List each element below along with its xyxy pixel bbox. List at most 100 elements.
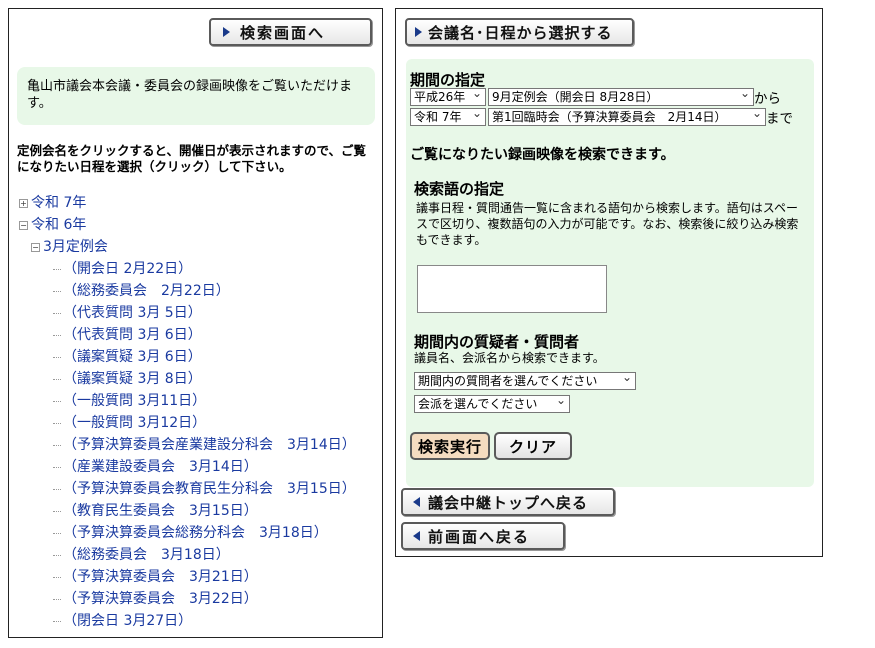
- left-panel: 検索画面へ 亀山市議会本会議・委員会の録画映像をご覧いただけます。 定例会名をク…: [8, 8, 383, 638]
- from-year-select[interactable]: 平成26年: [410, 88, 486, 106]
- tree-year-label[interactable]: 令和 7年: [31, 195, 86, 211]
- tree-connector-icon: [53, 312, 61, 314]
- questioner-select-value: 期間内の質問者を選んでください: [418, 374, 598, 388]
- back-to-top-button[interactable]: 議会中継トップへ戻る: [401, 488, 615, 516]
- clear-label: クリア: [508, 437, 557, 456]
- intro-text: 亀山市議会本会議・委員会の録画映像をご覧いただけます。: [27, 79, 353, 111]
- tree-connector-icon: [53, 466, 61, 468]
- tree-date-label[interactable]: （予算決算委員会 3月21日）: [63, 569, 258, 585]
- arrow-right-icon: [223, 27, 230, 37]
- tree-connector-icon: [53, 290, 61, 292]
- keyword-description: 議事日程・質問通告一覧に含まれる語句から検索します。語句はスペースで区切り、複数…: [416, 201, 799, 247]
- from-suffix: から: [754, 91, 781, 107]
- faction-select-value: 会派を選んでください: [418, 397, 538, 411]
- search-execute-label: 検索実行: [417, 437, 482, 456]
- tree-year-node[interactable]: + 令和 7年: [19, 193, 86, 213]
- search-screen-button-label: 検索画面へ: [240, 23, 326, 42]
- collapse-icon[interactable]: −: [19, 220, 28, 230]
- tree-date-label[interactable]: （予算決算委員会教育民生分科会 3月15日）: [63, 481, 356, 497]
- tree-date-label[interactable]: （一般質問 3月12日）: [63, 415, 206, 431]
- tree-date-item[interactable]: （開会日 2月22日）: [53, 259, 192, 279]
- tree-date-item[interactable]: （閉会日 3月27日）: [53, 611, 192, 631]
- to-session-select[interactable]: 第1回臨時会（予算決算委員会 2月14日）: [488, 108, 766, 126]
- tree-connector-icon: [53, 532, 61, 534]
- tree-date-item[interactable]: （産業建設委員会 3月14日）: [53, 457, 258, 477]
- tree-date-label[interactable]: （議案質疑 3月 8日）: [63, 371, 202, 387]
- keyword-input[interactable]: [417, 265, 607, 313]
- tree-session-node[interactable]: −3月定例会: [31, 237, 108, 257]
- tree-date-label[interactable]: （閉会日 3月27日）: [63, 613, 192, 629]
- tree-date-item[interactable]: （予算決算委員会 3月21日）: [53, 567, 258, 587]
- clear-button[interactable]: クリア: [494, 432, 572, 460]
- select-by-meeting-button[interactable]: 会議名･日程から選択する: [405, 18, 634, 46]
- intro-box: 亀山市議会本会議・委員会の録画映像をご覧いただけます。: [17, 67, 375, 125]
- back-to-top-label: 議会中継トップへ戻る: [428, 493, 589, 512]
- tree-date-label[interactable]: （総務委員会 2月22日）: [63, 283, 230, 299]
- tree-connector-icon: [53, 554, 61, 556]
- select-by-meeting-label: 会議名･日程から選択する: [428, 23, 613, 42]
- tree-date-label[interactable]: （総務委員会 3月18日）: [63, 547, 230, 563]
- from-year-value: 平成26年: [414, 90, 466, 104]
- arrow-left-icon: [413, 531, 420, 541]
- to-year-value: 令和 7年: [414, 110, 462, 124]
- to-year-select[interactable]: 令和 7年: [410, 108, 486, 126]
- tree-date-label[interactable]: （代表質問 3月 6日）: [63, 327, 202, 343]
- tree-date-item[interactable]: （総務委員会 3月18日）: [53, 545, 230, 565]
- tree-connector-icon: [53, 400, 61, 402]
- tree-date-label[interactable]: （予算決算委員会 3月22日）: [63, 591, 258, 607]
- instruction-text: 定例会名をクリックすると、開催日が表示されますので、ご覧になりたい日程を選択（ク…: [17, 143, 367, 174]
- from-session-value: 9月定例会（開会日 8月28日）: [492, 90, 659, 104]
- tree-date-label[interactable]: （予算決算委員会総務分科会 3月18日）: [63, 525, 328, 541]
- tree-date-label[interactable]: （予算決算委員会産業建設分科会 3月14日）: [63, 437, 356, 453]
- right-panel: 会議名･日程から選択する 期間の指定 平成26年 9月定例会（開会日 8月28日…: [395, 8, 823, 557]
- tree-date-item[interactable]: （代表質問 3月 5日）: [53, 303, 202, 323]
- tree-date-item[interactable]: （議案質疑 3月 8日）: [53, 369, 202, 389]
- period-heading: 期間の指定: [410, 71, 486, 89]
- questioner-select[interactable]: 期間内の質問者を選んでください: [414, 372, 636, 390]
- previous-screen-button[interactable]: 前画面へ戻る: [401, 522, 565, 550]
- tree-date-item[interactable]: （一般質問 3月11日）: [53, 391, 206, 411]
- tree-date-label[interactable]: （議案質疑 3月 6日）: [63, 349, 202, 365]
- arrow-right-icon: [415, 27, 422, 37]
- tree-date-item[interactable]: （議案質疑 3月 6日）: [53, 347, 202, 367]
- expand-icon[interactable]: +: [19, 198, 28, 208]
- tree-connector-icon: [53, 334, 61, 336]
- tree-date-item[interactable]: （一般質問 3月12日）: [53, 413, 206, 433]
- tree-connector-icon: [53, 378, 61, 380]
- previous-screen-label: 前画面へ戻る: [428, 527, 531, 546]
- to-session-value: 第1回臨時会（予算決算委員会 2月14日）: [492, 110, 727, 124]
- tree-date-label[interactable]: （教育民生委員会 3月15日）: [63, 503, 258, 519]
- collapse-icon[interactable]: −: [31, 242, 40, 252]
- questioner-heading: 期間内の質疑者・質問者: [414, 333, 580, 351]
- tree-connector-icon: [53, 510, 61, 512]
- tree-date-item[interactable]: （教育民生委員会 3月15日）: [53, 501, 258, 521]
- keyword-heading: 検索語の指定: [414, 180, 505, 198]
- questioner-description: 議員名、会派名から検索できます。: [414, 351, 605, 365]
- tree-connector-icon: [53, 422, 61, 424]
- tree-date-label[interactable]: （代表質問 3月 5日）: [63, 305, 202, 321]
- tree-session-label[interactable]: 3月定例会: [43, 239, 108, 255]
- faction-select[interactable]: 会派を選んでください: [414, 395, 570, 413]
- tree-date-item[interactable]: （予算決算委員会教育民生分科会 3月15日）: [53, 479, 356, 499]
- tree-connector-icon: [53, 598, 61, 600]
- tree-connector-icon: [53, 268, 61, 270]
- search-screen-button[interactable]: 検索画面へ: [209, 18, 372, 46]
- tree-date-item[interactable]: （代表質問 3月 6日）: [53, 325, 202, 345]
- from-session-select[interactable]: 9月定例会（開会日 8月28日）: [488, 88, 754, 106]
- to-suffix: まで: [766, 111, 793, 127]
- tree-date-item[interactable]: （総務委員会 2月22日）: [53, 281, 230, 301]
- tree-year-node[interactable]: − 令和 6年: [19, 215, 86, 235]
- tree-date-item[interactable]: （予算決算委員会 3月22日）: [53, 589, 258, 609]
- tree-date-label[interactable]: （産業建設委員会 3月14日）: [63, 459, 258, 475]
- tree-connector-icon: [53, 444, 61, 446]
- search-execute-button[interactable]: 検索実行: [410, 432, 490, 460]
- tree-date-label[interactable]: （開会日 2月22日）: [63, 261, 192, 277]
- arrow-left-icon: [413, 497, 420, 507]
- tree-date-item[interactable]: （予算決算委員会産業建設分科会 3月14日）: [53, 435, 356, 455]
- tree-year-label[interactable]: 令和 6年: [31, 217, 86, 233]
- search-note: ご覧になりたい録画映像を検索できます。: [410, 147, 675, 163]
- tree-connector-icon: [53, 488, 61, 490]
- tree-date-item[interactable]: （予算決算委員会総務分科会 3月18日）: [53, 523, 328, 543]
- tree-date-label[interactable]: （一般質問 3月11日）: [63, 393, 206, 409]
- tree-connector-icon: [53, 620, 61, 622]
